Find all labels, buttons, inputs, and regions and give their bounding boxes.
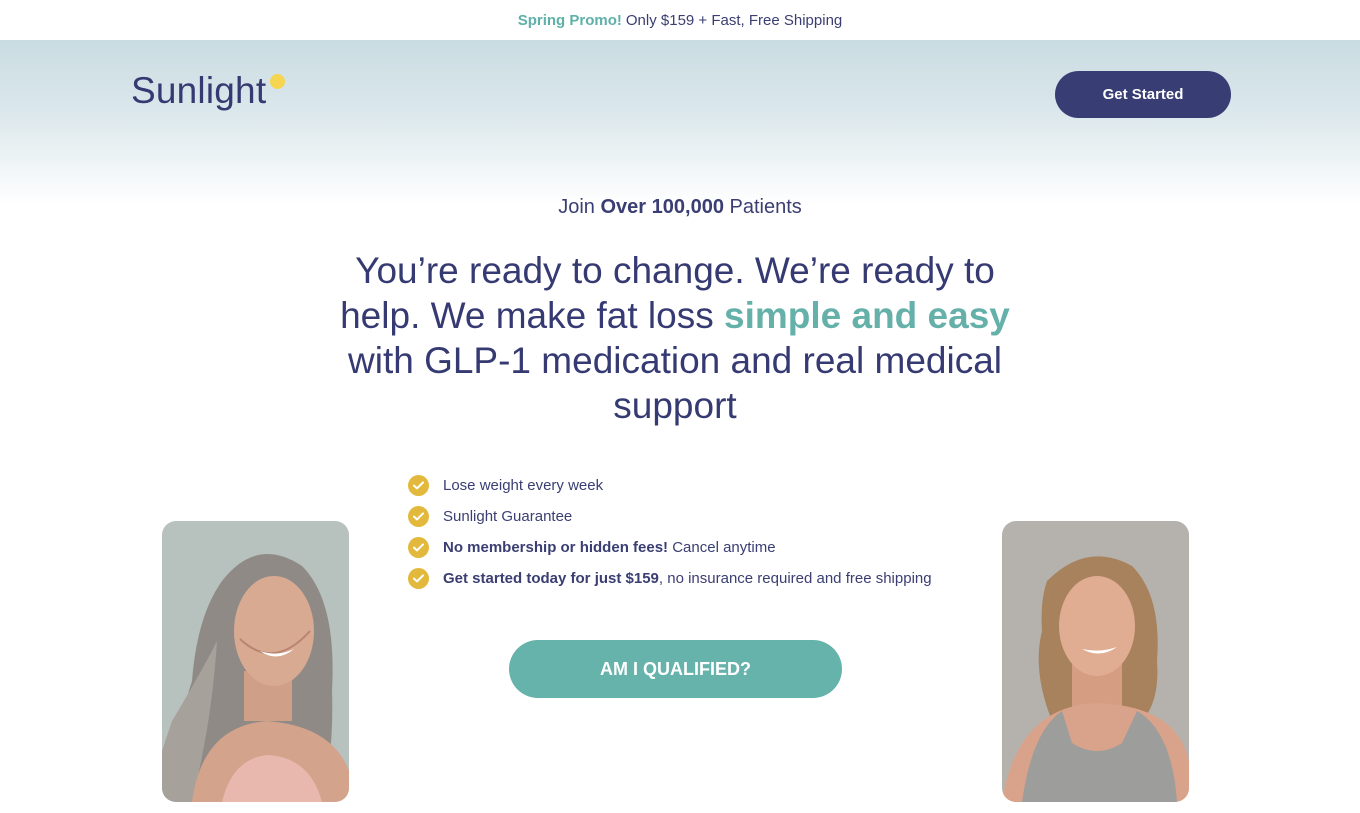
benefit-item: Lose weight every week xyxy=(408,470,932,501)
site-logo[interactable]: Sunlight xyxy=(131,70,286,112)
benefit-item: Sunlight Guarantee xyxy=(408,501,932,532)
join-prefix: Join xyxy=(558,196,595,218)
join-suffix: Patients xyxy=(729,196,802,218)
logo-text: Sunlight xyxy=(131,70,267,111)
benefit-item: No membership or hidden fees! Cancel any… xyxy=(408,532,932,563)
benefit-bold: Get started today for just $159 xyxy=(443,570,659,587)
join-tagline: Join Over 100,000 Patients xyxy=(0,196,1360,219)
promo-text: Only $159 + Fast, Free Shipping xyxy=(625,11,843,29)
benefit-text: Lose weight every week xyxy=(443,477,604,494)
hero-headline: You’re ready to change. We’re ready to h… xyxy=(320,248,1030,428)
benefit-text: Sunlight Guarantee xyxy=(443,508,573,525)
check-circle-icon xyxy=(408,475,429,496)
benefit-text: Cancel anytime xyxy=(672,539,776,556)
hero-background xyxy=(0,40,1360,205)
benefit-item: Get started today for just $159, no insu… xyxy=(408,563,932,594)
check-circle-icon xyxy=(408,506,429,527)
headline-part-2: with GLP-1 medication and real medical s… xyxy=(348,340,1002,426)
patient-photo-right xyxy=(1002,521,1189,802)
benefit-bold: No membership or hidden fees! xyxy=(443,539,669,556)
join-count: Over 100,000 xyxy=(600,196,724,218)
sun-dot-icon xyxy=(270,74,286,89)
check-circle-icon xyxy=(408,537,429,558)
promo-highlight: Spring Promo! xyxy=(517,11,622,29)
patient-photo-left xyxy=(162,521,349,802)
check-circle-icon xyxy=(408,568,429,589)
am-i-qualified-button[interactable]: AM I QUALIFIED? xyxy=(509,640,842,698)
benefit-text: , no insurance required and free shippin… xyxy=(658,570,932,587)
benefits-list: Lose weight every week Sunlight Guarante… xyxy=(408,470,932,594)
headline-accent: simple and easy xyxy=(724,295,1010,336)
get-started-button[interactable]: Get Started xyxy=(1055,71,1231,118)
promo-bar: Spring Promo! Only $159 + Fast, Free Shi… xyxy=(0,0,1360,40)
